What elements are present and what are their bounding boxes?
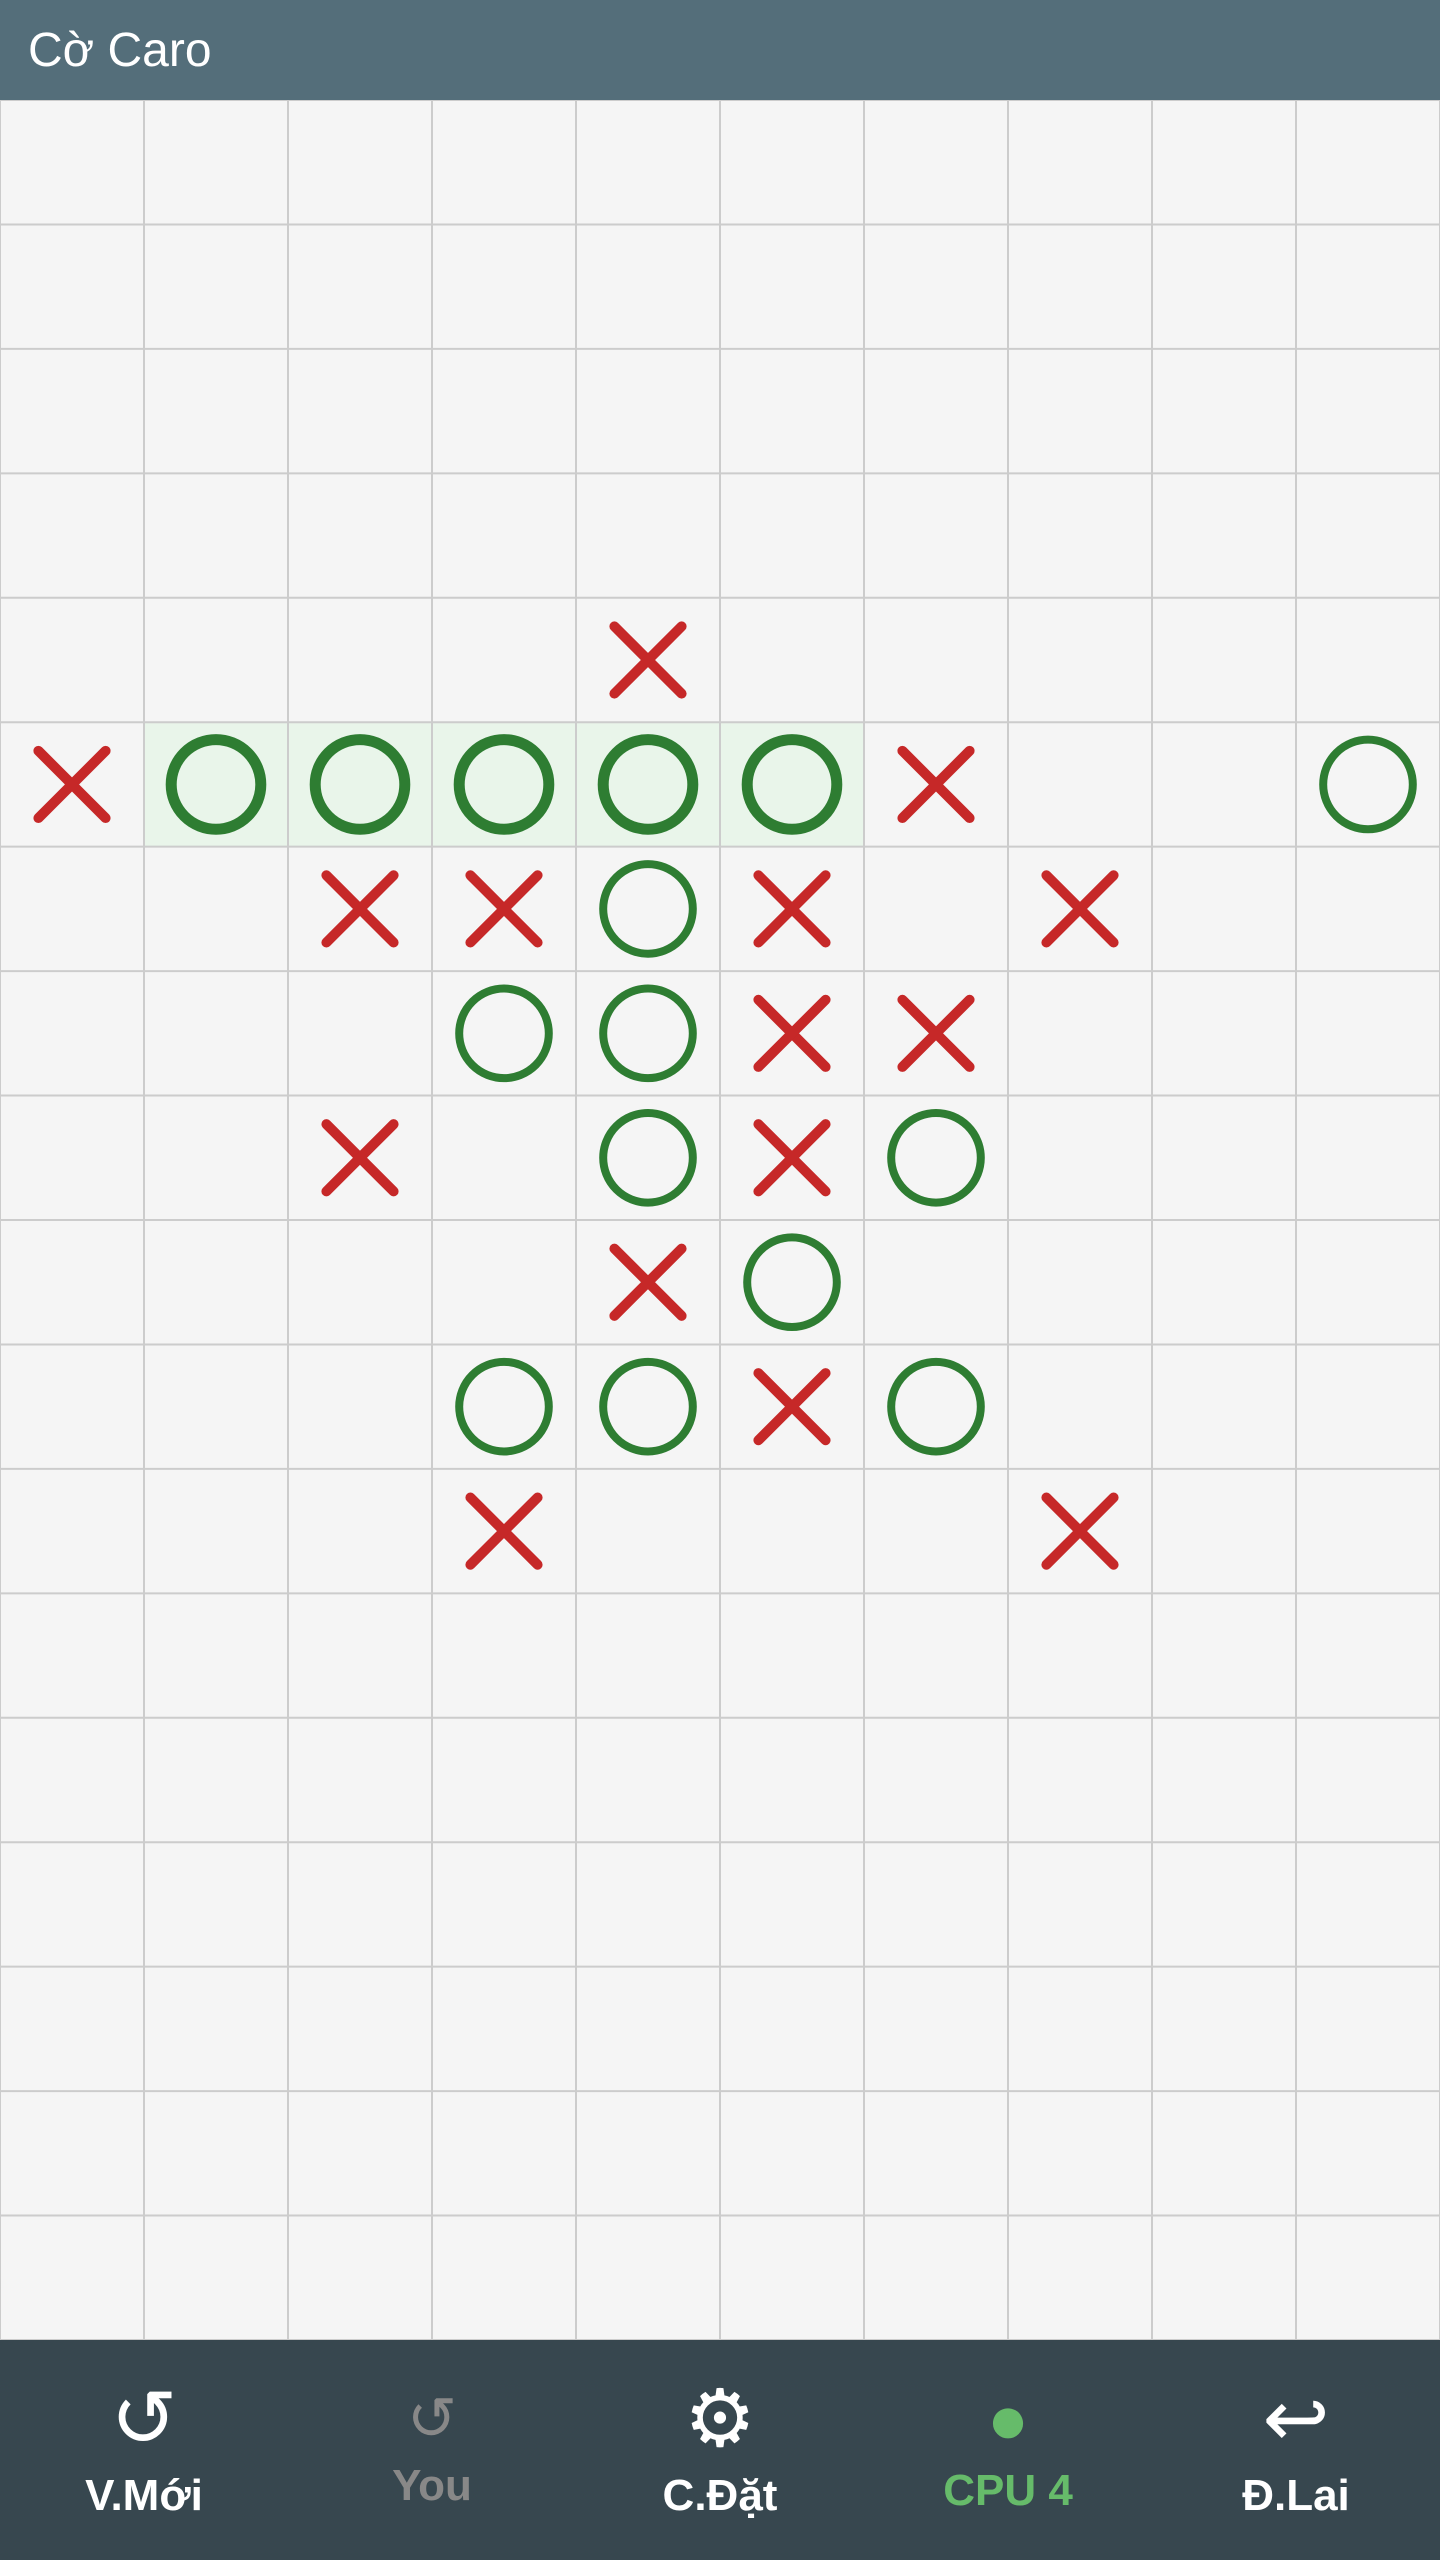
settings-icon: ⚙ xyxy=(684,2379,756,2459)
cpu-label: CPU 4 xyxy=(943,2466,1073,2516)
toolbar: ↺ V.Mới ↺ You ⚙ C.Đặt ● CPU 4 ↩ Đ.Lai xyxy=(0,2340,1440,2560)
app-title: Cờ Caro xyxy=(28,23,212,78)
cpu-icon: ● xyxy=(987,2384,1029,2454)
board-area[interactable] xyxy=(0,100,1440,2340)
new-game-icon: ↺ xyxy=(110,2379,177,2459)
undo-icon: ↩ xyxy=(1262,2379,1329,2459)
game-board[interactable] xyxy=(0,100,1440,2340)
new-game-label: V.Mới xyxy=(85,2471,203,2521)
settings-button[interactable]: ⚙ C.Đặt xyxy=(620,2379,820,2521)
undo-label: Đ.Lai xyxy=(1242,2471,1350,2521)
undo-button[interactable]: ↩ Đ.Lai xyxy=(1196,2379,1396,2521)
you-label: You xyxy=(392,2461,472,2511)
you-indicator: ↺ You xyxy=(332,2389,532,2511)
settings-label: C.Đặt xyxy=(663,2471,778,2521)
you-icon: ↺ xyxy=(407,2389,457,2449)
title-bar: Cờ Caro xyxy=(0,0,1440,100)
cpu-indicator: ● CPU 4 xyxy=(908,2384,1108,2516)
new-game-button[interactable]: ↺ V.Mới xyxy=(44,2379,244,2521)
